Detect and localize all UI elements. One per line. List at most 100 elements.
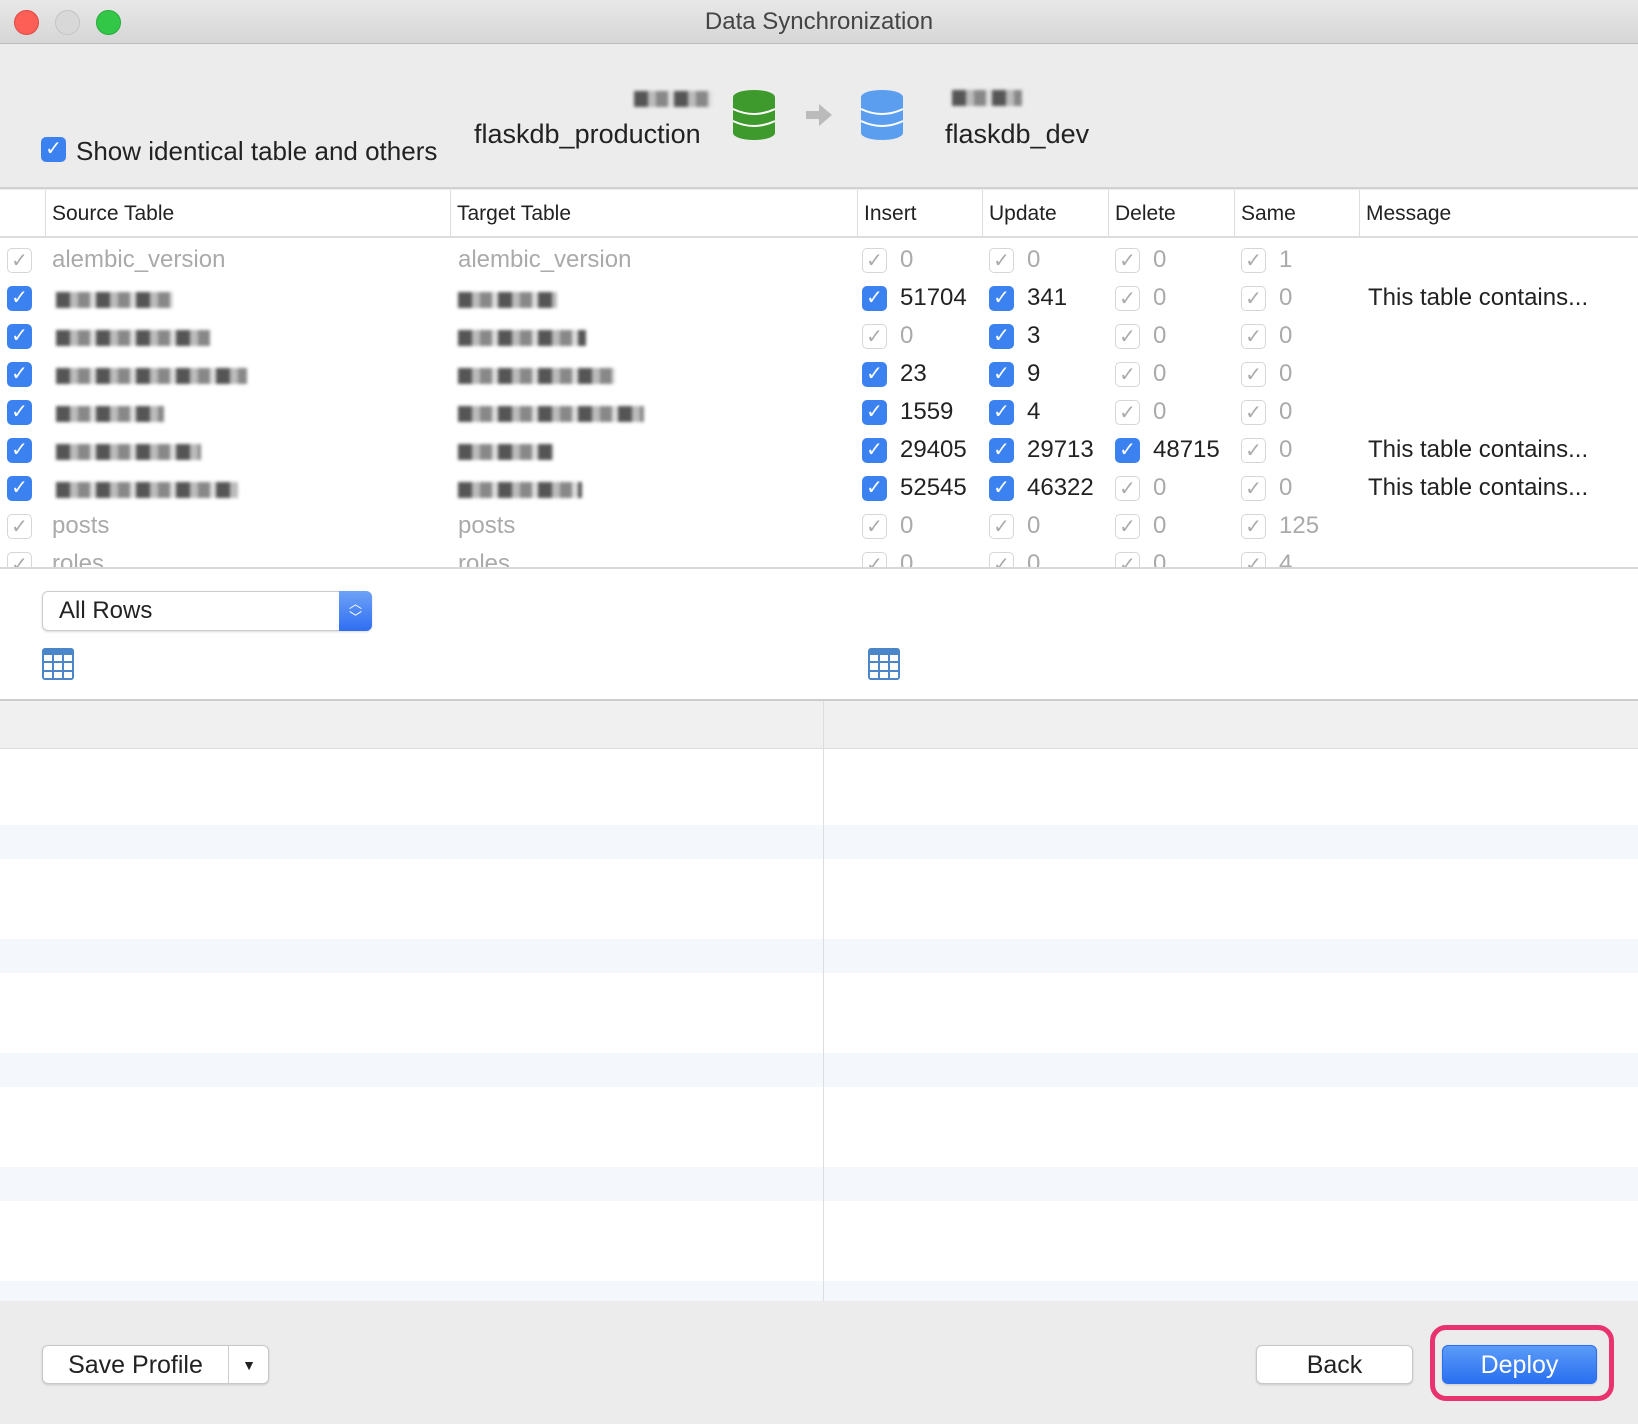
- grid-divider[interactable]: [823, 701, 824, 1303]
- delete-checkbox[interactable]: ✓: [1115, 400, 1140, 425]
- row-filter-select[interactable]: All Rows ︿ ﹀: [42, 591, 372, 631]
- table-row[interactable]: ✓ ✓ 23 ✓ 9 ✓ 0 ✓ 0: [0, 356, 1638, 394]
- header-delete[interactable]: Delete: [1108, 190, 1176, 237]
- caret-down-icon[interactable]: ▼: [228, 1346, 269, 1384]
- filter-panel: [0, 569, 1638, 699]
- deploy-button[interactable]: Deploy: [1442, 1345, 1597, 1384]
- source-table-redacted: [56, 330, 210, 346]
- source-table-name: alembic_version: [52, 246, 226, 273]
- table-row[interactable]: ✓ ✓ 0 ✓ 3 ✓ 0 ✓ 0: [0, 318, 1638, 356]
- insert-count: 52545: [900, 474, 967, 501]
- same-checkbox[interactable]: ✓: [1241, 324, 1266, 349]
- row-checkbox[interactable]: ✓: [7, 362, 32, 387]
- same-checkbox[interactable]: ✓: [1241, 438, 1266, 463]
- delete-checkbox[interactable]: ✓: [1115, 324, 1140, 349]
- save-profile-button[interactable]: Save Profile ▼: [42, 1345, 269, 1384]
- target-grid-icon[interactable]: [868, 648, 900, 680]
- insert-count: 0: [900, 550, 914, 569]
- row-checkbox[interactable]: ✓: [7, 476, 32, 501]
- database-icon-source: [732, 90, 776, 140]
- same-checkbox[interactable]: ✓: [1241, 400, 1266, 425]
- source-table-name: posts: [52, 512, 110, 539]
- table-header: Source Table Target Table Insert Update …: [0, 190, 1638, 238]
- source-grid-icon[interactable]: [42, 648, 74, 680]
- delete-checkbox[interactable]: ✓: [1115, 514, 1140, 539]
- source-table-redacted: [56, 406, 164, 422]
- row-message[interactable]: This table contains...: [1368, 436, 1588, 464]
- insert-checkbox[interactable]: ✓: [862, 438, 887, 463]
- table-row[interactable]: ✓ posts posts ✓ 0 ✓ 0 ✓ 0 ✓ 125: [0, 508, 1638, 546]
- header-target[interactable]: Target Table: [450, 190, 571, 237]
- same-checkbox[interactable]: ✓: [1241, 362, 1266, 387]
- row-message[interactable]: This table contains...: [1368, 284, 1588, 312]
- back-button[interactable]: Back: [1256, 1345, 1413, 1384]
- same-checkbox[interactable]: ✓: [1241, 514, 1266, 539]
- update-checkbox[interactable]: ✓: [989, 438, 1014, 463]
- row-checkbox[interactable]: ✓: [7, 514, 32, 539]
- source-table-name: roles: [52, 550, 105, 569]
- target-table-redacted: [458, 368, 615, 384]
- header-insert[interactable]: Insert: [857, 190, 917, 237]
- insert-checkbox[interactable]: ✓: [862, 362, 887, 387]
- show-identical-label: Show identical table and others: [76, 136, 438, 166]
- update-checkbox[interactable]: ✓: [989, 476, 1014, 501]
- insert-count: 0: [900, 246, 914, 273]
- insert-checkbox[interactable]: ✓: [862, 476, 887, 501]
- update-checkbox[interactable]: ✓: [989, 362, 1014, 387]
- delete-count: 0: [1153, 550, 1167, 569]
- same-checkbox[interactable]: ✓: [1241, 552, 1266, 567]
- insert-checkbox[interactable]: ✓: [862, 324, 887, 349]
- show-identical-checkbox[interactable]: ✓: [41, 137, 66, 162]
- update-checkbox[interactable]: ✓: [989, 286, 1014, 311]
- table-row[interactable]: ✓ ✓ 29405 ✓ 29713 ✓ 48715 ✓ 0 This table contains…: [0, 432, 1638, 470]
- update-checkbox[interactable]: ✓: [989, 514, 1014, 539]
- update-checkbox[interactable]: ✓: [989, 324, 1014, 349]
- same-checkbox[interactable]: ✓: [1241, 248, 1266, 273]
- source-host-redacted: [634, 91, 712, 107]
- table-row[interactable]: ✓ ✓ 51704 ✓ 341 ✓ 0 ✓ 0 This table contains...: [0, 280, 1638, 318]
- table-row[interactable]: ✓ alembic_version alembic_version ✓ 0 ✓ 0 ✓ 0 ✓ 1: [0, 242, 1638, 280]
- row-checkbox[interactable]: ✓: [7, 400, 32, 425]
- target-db-name: flaskdb_dev: [945, 119, 1090, 149]
- header-update[interactable]: Update: [982, 190, 1057, 237]
- row-checkbox[interactable]: ✓: [7, 248, 32, 273]
- delete-checkbox[interactable]: ✓: [1115, 552, 1140, 567]
- same-count: 125: [1279, 512, 1320, 539]
- same-count: 0: [1279, 436, 1293, 463]
- update-checkbox[interactable]: ✓: [989, 552, 1014, 567]
- same-checkbox[interactable]: ✓: [1241, 286, 1266, 311]
- delete-checkbox[interactable]: ✓: [1115, 362, 1140, 387]
- table-row[interactable]: ✓ ✓ 1559 ✓ 4 ✓ 0 ✓ 0: [0, 394, 1638, 432]
- insert-checkbox[interactable]: ✓: [862, 400, 887, 425]
- table-row[interactable]: ✓ roles roles ✓ 0 ✓ 0 ✓ 0 ✓ 4: [0, 546, 1638, 569]
- insert-checkbox[interactable]: ✓: [862, 552, 887, 567]
- minimize-button[interactable]: [55, 10, 80, 35]
- row-checkbox[interactable]: ✓: [7, 286, 32, 311]
- delete-checkbox[interactable]: ✓: [1115, 248, 1140, 273]
- insert-count: 29405: [900, 436, 967, 463]
- delete-checkbox[interactable]: ✓: [1115, 438, 1140, 463]
- source-table-redacted: [56, 292, 173, 308]
- close-button[interactable]: [14, 10, 39, 35]
- delete-checkbox[interactable]: ✓: [1115, 476, 1140, 501]
- insert-checkbox[interactable]: ✓: [862, 286, 887, 311]
- update-count: 46322: [1027, 474, 1094, 501]
- row-message[interactable]: This table contains...: [1368, 474, 1588, 502]
- update-checkbox[interactable]: ✓: [989, 248, 1014, 273]
- insert-checkbox[interactable]: ✓: [862, 514, 887, 539]
- delete-checkbox[interactable]: ✓: [1115, 286, 1140, 311]
- row-checkbox[interactable]: ✓: [7, 552, 32, 567]
- table-row[interactable]: ✓ ✓ 52545 ✓ 46322 ✓ 0 ✓ 0 This table contains...: [0, 470, 1638, 508]
- row-checkbox[interactable]: ✓: [7, 438, 32, 463]
- header-same[interactable]: Same: [1234, 190, 1296, 237]
- update-checkbox[interactable]: ✓: [989, 400, 1014, 425]
- update-count: 3: [1027, 322, 1041, 349]
- header-source[interactable]: Source Table: [45, 190, 174, 237]
- insert-count: 0: [900, 512, 914, 539]
- zoom-button[interactable]: [96, 10, 121, 35]
- header-message[interactable]: Message: [1359, 190, 1451, 237]
- delete-count: 48715: [1153, 436, 1220, 463]
- same-checkbox[interactable]: ✓: [1241, 476, 1266, 501]
- insert-checkbox[interactable]: ✓: [862, 248, 887, 273]
- row-checkbox[interactable]: ✓: [7, 324, 32, 349]
